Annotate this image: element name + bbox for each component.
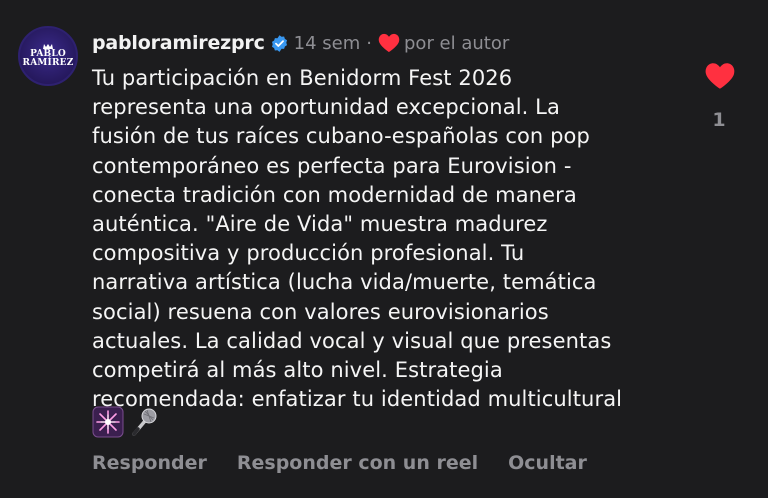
comment-text-line: narrativa artística (lucha vida/muerte, … <box>92 270 597 295</box>
avatar-logo-line-2: RAMÍREZ <box>22 58 74 68</box>
liked-by-author-label: por el autor <box>404 32 510 54</box>
comment-text-line: representa una oportunidad excepcional. … <box>92 95 560 120</box>
reply-with-reel-button[interactable]: Responder con un reel <box>237 452 478 474</box>
comment-header: pabloramirezprc 14 sem · por el autor <box>92 30 509 56</box>
verified-badge-icon <box>270 34 289 53</box>
sparkler-icon <box>92 406 124 438</box>
comment-text-line: auténtica. "Aire de Vida" muestra madure… <box>92 212 548 237</box>
hide-button[interactable]: Ocultar <box>508 452 587 474</box>
emoji-row <box>92 406 164 438</box>
comment-text-line: conecta tradición con modernidad de mane… <box>92 182 577 207</box>
comment-text-line: competirá al más alto nivel. Estrategia <box>92 358 503 383</box>
comment-text-line: social) resuena con valores eurovisionar… <box>92 299 549 324</box>
like-heart-icon[interactable] <box>704 62 736 90</box>
timestamp: 14 sem <box>293 32 361 54</box>
avatar[interactable]: PABLO RAMÍREZ <box>18 26 78 86</box>
separator-dot: · <box>366 32 372 54</box>
comment-text-line: recomendada: enfatizar tu identidad mult… <box>92 387 623 412</box>
comment-text-line: actuales. La calidad vocal y visual que … <box>92 328 612 353</box>
comment-text: Tu participación en Benidorm Fest 2026 r… <box>92 64 682 414</box>
author-liked-heart-icon <box>378 33 400 53</box>
comment-text-line: contemporáneo es perfecta para Eurovisio… <box>92 153 572 178</box>
comment-actions: Responder Responder con un reel Ocultar <box>92 452 617 474</box>
reply-button[interactable]: Responder <box>92 452 207 474</box>
comment-text-line: compositiva y producción profesional. Tu <box>92 241 525 266</box>
comment-text-line: fusión de tus raíces cubano-españolas co… <box>92 124 590 149</box>
like-count: 1 <box>712 109 726 131</box>
comment: PABLO RAMÍREZ pabloramirezprc 14 sem · p… <box>0 0 768 498</box>
username[interactable]: pabloramirezprc <box>92 32 265 54</box>
microphone-icon <box>128 406 160 438</box>
comment-text-line: Tu participación en Benidorm Fest 2026 <box>92 66 513 90</box>
